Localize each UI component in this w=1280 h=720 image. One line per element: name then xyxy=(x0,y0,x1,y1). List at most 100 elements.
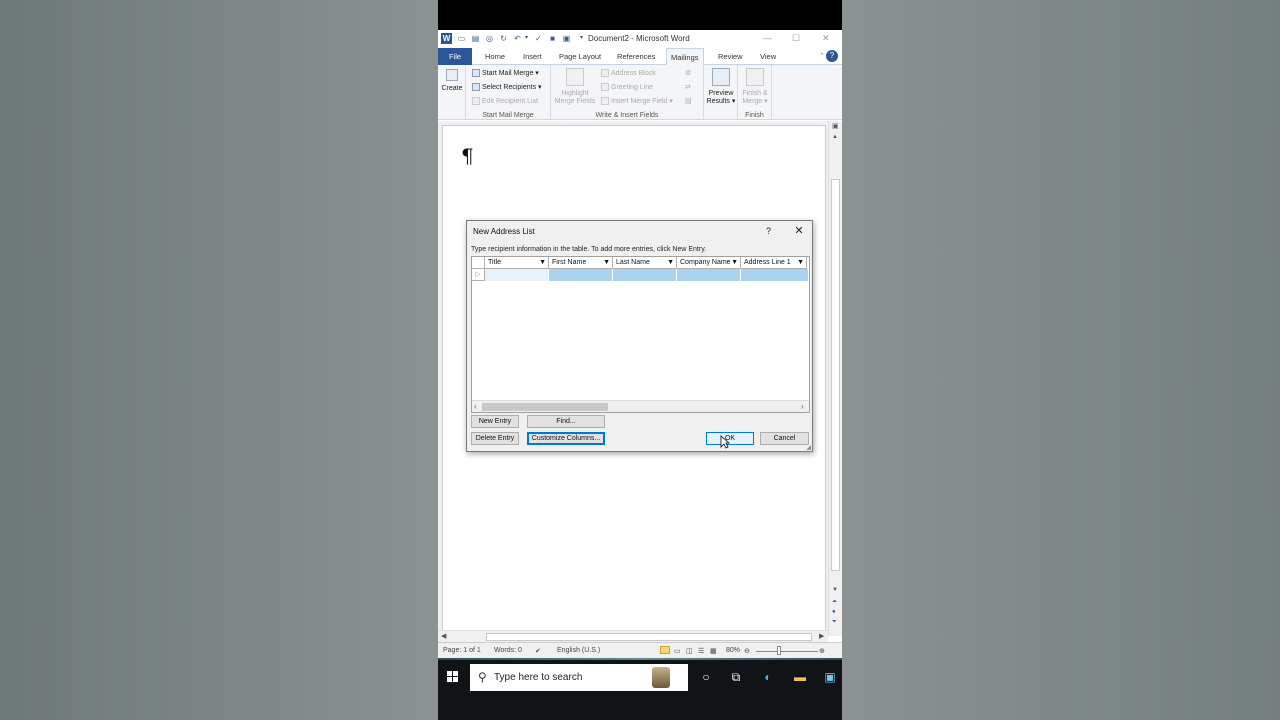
open-icon[interactable]: ▭ xyxy=(457,34,466,43)
group-preview-results: Preview Results ▾ xyxy=(704,65,738,120)
column-header-title[interactable]: Title ▼ xyxy=(485,257,549,269)
zoom-slider[interactable] xyxy=(756,651,818,652)
row-selector-icon[interactable]: ▷ xyxy=(472,269,485,281)
column-header-first-name[interactable]: First Name ▼ xyxy=(549,257,613,269)
cell-last-name[interactable] xyxy=(613,269,677,281)
task-view-icon[interactable]: ⧉ xyxy=(729,670,743,684)
outline-icon[interactable]: ☰ xyxy=(698,647,704,655)
file-explorer-icon[interactable]: ▬ xyxy=(793,670,807,684)
vertical-scrollbar[interactable]: ▣ ▲ ▼ ⏶ ● ⏷ xyxy=(828,121,842,636)
full-screen-icon[interactable]: ▭ xyxy=(674,647,681,655)
tab-page-layout[interactable]: Page Layout xyxy=(555,48,605,65)
cell-title[interactable] xyxy=(485,269,549,281)
tab-mailings[interactable]: Mailings xyxy=(666,48,704,65)
store-icon[interactable]: ▣ xyxy=(823,670,837,684)
tab-insert[interactable]: Insert xyxy=(519,48,546,65)
cancel-button[interactable]: Cancel xyxy=(760,432,809,445)
edge-icon[interactable]: ◐ xyxy=(761,670,775,684)
customize-icon[interactable]: ▾ xyxy=(577,34,586,43)
taskbar-search[interactable]: ⚲ Type here to search xyxy=(470,664,688,691)
next-page-icon[interactable]: ⏷ xyxy=(832,619,837,626)
status-words[interactable]: Words: 0 xyxy=(494,647,522,654)
horizontal-scroll-thumb[interactable] xyxy=(486,633,812,641)
spelling-icon[interactable]: ✓ xyxy=(534,34,543,43)
status-page[interactable]: Page: 1 of 1 xyxy=(443,647,481,654)
update-labels-icon[interactable]: ▤ xyxy=(685,97,692,105)
dialog-close-icon[interactable]: ✕ xyxy=(792,224,806,237)
ok-button[interactable]: OK xyxy=(706,432,754,445)
help-icon[interactable]: ? xyxy=(826,50,838,62)
column-dropdown-icon[interactable]: ▼ xyxy=(731,257,738,268)
finish-merge-button[interactable]: Finish & Merge ▾ xyxy=(739,68,771,106)
zoom-out-icon[interactable]: ⊖ xyxy=(744,647,750,655)
tab-references[interactable]: References xyxy=(613,48,659,65)
cell-address-line-1[interactable] xyxy=(741,269,809,281)
minimize-icon[interactable]: — xyxy=(763,33,772,43)
zoom-in-icon[interactable]: ⊕ xyxy=(819,647,825,655)
cell-company-name[interactable] xyxy=(677,269,741,281)
zoom-slider-thumb[interactable] xyxy=(777,646,781,655)
prev-page-icon[interactable]: ⏶ xyxy=(832,599,837,606)
dialog-help-icon[interactable]: ? xyxy=(766,226,771,236)
preview-icon[interactable]: ◎ xyxy=(485,34,494,43)
status-language[interactable]: English (U.S.) xyxy=(557,647,600,654)
column-dropdown-icon[interactable]: ▼ xyxy=(603,257,610,268)
customize-columns-button[interactable]: Customize Columns... xyxy=(527,432,605,445)
draft-icon[interactable]: ▦ xyxy=(710,647,717,655)
tab-home[interactable]: Home xyxy=(481,48,509,65)
save-icon[interactable]: ■ xyxy=(548,34,557,43)
grid-horizontal-scrollbar[interactable]: ‹ › xyxy=(472,400,809,412)
column-header-address-line-1[interactable]: Address Line 1 ▼ xyxy=(741,257,807,269)
tab-review[interactable]: Review xyxy=(714,48,747,65)
tab-file[interactable]: File xyxy=(438,48,472,65)
undo-icon[interactable]: ↶ xyxy=(513,34,522,43)
print-layout-icon[interactable] xyxy=(660,646,670,654)
create-button[interactable]: Create xyxy=(441,69,463,93)
web-layout-icon[interactable]: ◫ xyxy=(686,647,693,655)
status-zoom[interactable]: 80% xyxy=(726,647,740,654)
grid-scroll-left-icon[interactable]: ‹ xyxy=(474,402,477,411)
quickprint-icon[interactable]: ▣ xyxy=(562,34,571,43)
scroll-left-icon[interactable]: ◀ xyxy=(441,632,446,640)
preview-results-button[interactable]: Preview Results ▾ xyxy=(705,68,737,106)
greeting-line-button[interactable]: Greeting Line xyxy=(601,83,653,91)
column-header-last-name[interactable]: Last Name ▼ xyxy=(613,257,677,269)
proofing-icon[interactable]: ✔ xyxy=(535,647,541,655)
rules-icon[interactable]: ⚙ xyxy=(685,69,691,77)
background-left xyxy=(0,0,438,720)
delete-entry-button[interactable]: Delete Entry xyxy=(471,432,519,445)
insert-merge-field-button[interactable]: Insert Merge Field ▾ xyxy=(601,97,673,106)
find-button[interactable]: Find... xyxy=(527,415,605,428)
close-icon[interactable]: ✕ xyxy=(822,33,830,44)
tab-view[interactable]: View xyxy=(756,48,780,65)
address-block-button[interactable]: Address Block xyxy=(601,69,656,77)
highlight-merge-fields-button[interactable]: Highlight Merge Fields xyxy=(553,68,597,106)
cortana-icon[interactable]: ○ xyxy=(699,670,713,684)
column-dropdown-icon[interactable]: ▼ xyxy=(539,257,546,268)
browse-object-icon[interactable]: ● xyxy=(832,609,836,615)
undo-dropdown-icon[interactable]: ▾ xyxy=(522,34,531,43)
scroll-up-icon[interactable]: ▲ xyxy=(832,134,838,140)
print-icon[interactable]: ▤ xyxy=(471,34,480,43)
column-dropdown-icon[interactable]: ▼ xyxy=(797,257,804,268)
windows-start-icon[interactable] xyxy=(447,671,459,683)
horizontal-scrollbar[interactable]: ◀ ▶ xyxy=(438,630,828,642)
vertical-scroll-thumb[interactable] xyxy=(831,179,840,571)
cell-first-name[interactable] xyxy=(549,269,613,281)
edit-recipient-list-button[interactable]: Edit Recipient List xyxy=(472,97,538,105)
ruler-toggle-icon[interactable]: ▣ xyxy=(832,122,839,130)
resize-grip-icon[interactable]: ◢ xyxy=(806,444,811,451)
match-fields-icon[interactable]: ⇄ xyxy=(685,83,691,91)
refresh-icon[interactable]: ↻ xyxy=(499,34,508,43)
column-dropdown-icon[interactable]: ▼ xyxy=(667,257,674,268)
start-mail-merge-button[interactable]: Start Mail Merge ▾ xyxy=(472,69,539,78)
scroll-down-icon[interactable]: ▼ xyxy=(832,587,838,593)
merge-field-icon xyxy=(601,97,609,106)
grid-scroll-thumb[interactable] xyxy=(482,403,608,411)
column-header-company-name[interactable]: Company Name ▼ xyxy=(677,257,741,269)
scroll-right-icon[interactable]: ▶ xyxy=(819,632,824,640)
new-entry-button[interactable]: New Entry xyxy=(471,415,519,428)
select-recipients-button[interactable]: Select Recipients ▾ xyxy=(472,83,542,92)
grid-scroll-right-icon[interactable]: › xyxy=(801,402,804,411)
maximize-icon[interactable]: ☐ xyxy=(792,33,800,44)
